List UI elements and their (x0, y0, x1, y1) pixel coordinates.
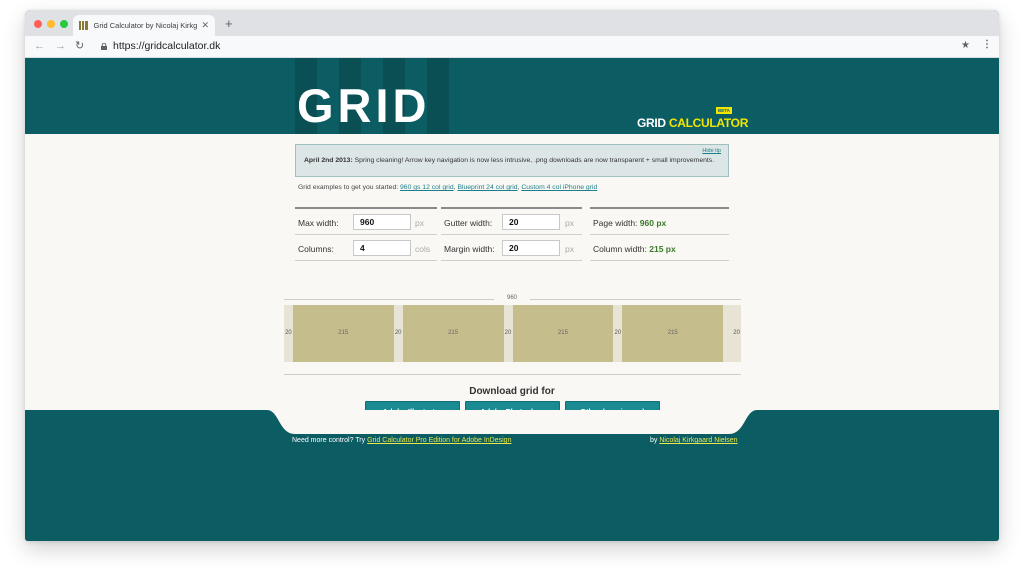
tip-message: April 2nd 2013: Spring cleaning! Arrow k… (304, 157, 715, 164)
width-column-fields: Max width: px Columns: cols (295, 207, 437, 261)
back-arrow-icon[interactable]: ← (34, 40, 45, 52)
address-bar[interactable]: https://gridcalculator.dk (113, 40, 220, 52)
minimize-window-button[interactable] (47, 20, 55, 28)
example-link-960gs[interactable]: 960 gs 12 col grid (400, 184, 454, 191)
tab-close-icon[interactable]: ✕ (201, 20, 209, 31)
author-link[interactable]: Nicolaj Kirkgaard Nielsen (659, 437, 737, 444)
grid-column: 215 20 (402, 305, 511, 362)
gutter-label: 20 (614, 330, 622, 336)
grid-column: 215 20 (292, 305, 402, 362)
footer-tab-shape (267, 410, 757, 434)
gutter-label: 20 (504, 330, 512, 336)
browser-tab-bar: Grid Calculator by Nicolaj Kirkga ✕ + (25, 10, 999, 36)
main-content: Hide tip April 2nd 2013: Spring cleaning… (25, 134, 999, 421)
new-tab-icon[interactable]: + (225, 17, 233, 30)
grid-logo[interactable]: GRID (297, 82, 431, 129)
window-controls (34, 20, 68, 28)
beta-badge: BETA (716, 107, 732, 114)
grid-bar: 20 215 20 215 20 215 20 215 20 (284, 305, 741, 362)
browser-window: Grid Calculator by Nicolaj Kirkga ✕ + ← … (25, 10, 999, 541)
pro-edition-link[interactable]: Grid Calculator Pro Edition for Adobe In… (367, 437, 511, 444)
maximize-window-button[interactable] (60, 20, 68, 28)
gutter-label: 20 (394, 330, 402, 336)
grid-column: 215 (622, 305, 724, 362)
download-title: Download grid for (469, 386, 555, 397)
footer-author: by Nicolaj Kirkgaard Nielsen (650, 437, 738, 444)
grid-examples: Grid examples to get you started: 960 gs… (298, 184, 598, 191)
page-width-value: 960 px (639, 218, 667, 228)
result-fields: Page width: 960 px Column width: 215 px (590, 207, 729, 261)
tip-box: Hide tip April 2nd 2013: Spring cleaning… (295, 144, 729, 177)
lock-icon (101, 43, 107, 50)
forward-arrow-icon[interactable]: → (55, 40, 66, 52)
left-margin: 20 (285, 330, 292, 336)
column-width-value: 215 px (649, 244, 676, 254)
tab-title: Grid Calculator by Nicolaj Kirkga (93, 21, 198, 30)
gutter-margin-fields: Gutter width: px Margin width: px (441, 207, 582, 261)
columns-input[interactable] (353, 240, 411, 256)
footer-pro-promo: Need more control? Try Grid Calculator P… (292, 437, 512, 444)
hide-tip-link[interactable]: Hide tip (702, 148, 721, 154)
site-footer: Need more control? Try Grid Calculator P… (25, 410, 999, 541)
max-width-input[interactable] (353, 214, 411, 230)
grid-favicon-icon (79, 21, 88, 30)
bookmark-star-icon[interactable]: ★ (961, 40, 970, 51)
gutter-width-row: Gutter width: px (441, 209, 582, 235)
browser-menu-icon[interactable]: ⋮ (982, 39, 992, 50)
close-window-button[interactable] (34, 20, 42, 28)
browser-tab[interactable]: Grid Calculator by Nicolaj Kirkga ✕ (73, 15, 215, 36)
gutter-width-input[interactable] (502, 214, 560, 230)
grid-column: 215 20 (512, 305, 621, 362)
example-link-blueprint[interactable]: Blueprint 24 col grid (457, 184, 517, 191)
brand-name: GRID CALCULATOR (637, 116, 749, 130)
site-header: GRID BETA GRID CALCULATOR (25, 58, 999, 134)
example-link-iphone[interactable]: Custom 4 col iPhone grid (521, 184, 597, 191)
max-width-row: Max width: px (295, 209, 437, 235)
total-width-label: 960 (494, 295, 530, 301)
browser-toolbar: ← → ↻ https://gridcalculator.dk ★ ⋮ (25, 36, 999, 58)
margin-width-row: Margin width: px (441, 235, 582, 261)
reload-icon[interactable]: ↻ (75, 40, 84, 52)
page-width-row: Page width: 960 px (590, 209, 729, 235)
tip-date: April 2nd 2013: (304, 157, 353, 164)
column-width-row: Column width: 215 px (590, 235, 729, 261)
margin-width-input[interactable] (502, 240, 560, 256)
columns-row: Columns: cols (295, 235, 437, 261)
right-margin: 20 (733, 330, 740, 336)
